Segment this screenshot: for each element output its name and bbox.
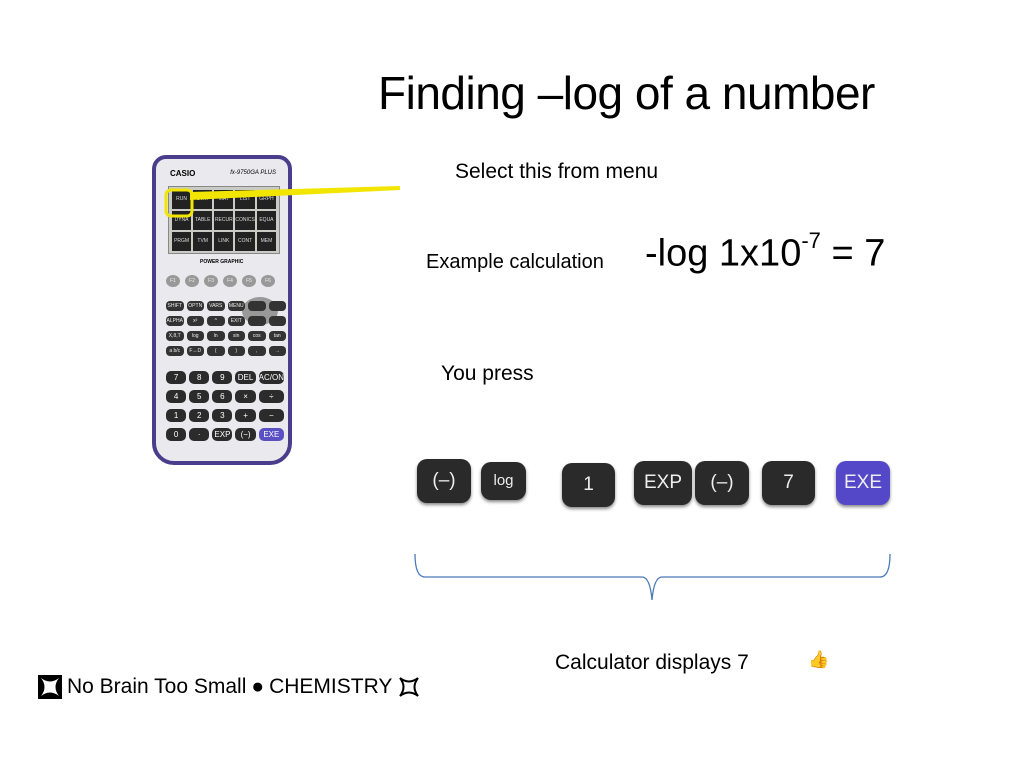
calculator-key: 7 xyxy=(166,371,187,384)
calculator-key: X,θ,T xyxy=(166,331,184,341)
calculator-model: fx-9750GA PLUS xyxy=(230,170,276,176)
calculator-key: log xyxy=(186,331,204,341)
calculator-key: ) xyxy=(227,346,245,356)
calculator-key: F2 xyxy=(185,275,199,287)
calculator-key: sin xyxy=(227,331,245,341)
calculator-key: (−) xyxy=(235,428,256,441)
number-keys: 7 8 9 DEL AC/ON 4 5 6 × ÷ 1 2 3 + − 0 · EXP (−) EXE xyxy=(166,371,284,441)
key-1: 1 xyxy=(562,463,615,507)
calculator-key: ln xyxy=(207,331,225,341)
calculator-key: PRGM xyxy=(172,232,192,251)
calculator-key: F↔D xyxy=(186,346,204,356)
calculator-key: CONT xyxy=(235,232,255,251)
curly-brace xyxy=(414,553,891,601)
key-negative: (–) xyxy=(417,459,471,503)
calculator-key: TVM xyxy=(193,232,213,251)
calculator-key: SHIFT xyxy=(166,301,184,311)
calculator-key: AC/ON xyxy=(258,371,284,384)
footer: No Brain Too Small ● CHEMISTRY xyxy=(38,675,421,699)
calculator-key: ÷ xyxy=(258,390,284,403)
calculator-key: EXP xyxy=(212,428,233,441)
calculator-key: 3 xyxy=(212,409,233,422)
calculator-key: 0 xyxy=(166,428,187,441)
calculator-key: 6 xyxy=(212,390,233,403)
calculator-key: OPTN xyxy=(186,301,204,311)
calculator-key: cos xyxy=(248,331,266,341)
menu-highlight-pointer xyxy=(164,186,400,218)
calculator-key xyxy=(248,301,266,311)
select-note: Select this from menu xyxy=(455,160,659,183)
calculator-key: tan xyxy=(268,331,286,341)
calculator-key: 5 xyxy=(189,390,210,403)
logo-icon xyxy=(38,675,62,699)
calculator-key xyxy=(248,316,266,326)
key-exe: EXE xyxy=(836,461,890,505)
calculator-key: F6 xyxy=(261,275,275,287)
calculator-key: ALPHA xyxy=(166,316,184,326)
calculator-key: 4 xyxy=(166,390,187,403)
calculator-key xyxy=(268,316,286,326)
calculator-key: EXIT xyxy=(227,316,245,326)
calculator-key: → xyxy=(268,346,286,356)
calculator-key: MEM xyxy=(256,232,276,251)
key-7: 7 xyxy=(762,461,815,505)
expression-base: -log 1x10 xyxy=(645,232,802,275)
result-note: Calculator displays 7 xyxy=(555,651,749,674)
key-exp: EXP xyxy=(634,461,692,505)
calculator-key: VARS xyxy=(207,301,225,311)
example-label: Example calculation xyxy=(426,251,604,273)
footer-brand: No Brain Too Small xyxy=(67,675,247,698)
thumbs-up-icon: 👍 xyxy=(808,650,830,669)
calculator-key: 1 xyxy=(166,409,187,422)
calculator-key: F4 xyxy=(223,275,237,287)
calculator-key: F5 xyxy=(242,275,256,287)
calculator-key: 8 xyxy=(189,371,210,384)
expression-exponent: -7 xyxy=(801,228,821,253)
calculator-key xyxy=(268,301,286,311)
expression-result: = 7 xyxy=(820,232,886,275)
key-negative: (–) xyxy=(695,461,749,505)
footer-bullet: ● xyxy=(251,675,265,698)
calculator-key: × xyxy=(235,390,256,403)
function-keys: SHIFT OPTN VARS MENU ALPHA x² ^ EXIT X,θ,T log ln s… xyxy=(166,301,286,356)
calculator-key: · xyxy=(189,428,210,441)
calculator-key: 2 xyxy=(189,409,210,422)
example-expression: -log 1x10-7 = 7 xyxy=(645,228,886,276)
calculator-brand: CASIO xyxy=(170,169,196,178)
calculator-key: a b/c xyxy=(166,346,184,356)
key-log: log xyxy=(481,462,526,500)
logo-icon xyxy=(399,677,420,697)
calculator-key: EXE xyxy=(258,428,284,441)
calculator-key: ^ xyxy=(207,316,225,326)
calculator-key: F3 xyxy=(204,275,218,287)
slide-title: Finding –log of a number xyxy=(378,67,875,119)
calculator-key: , xyxy=(248,346,266,356)
calculator-key: ( xyxy=(207,346,225,356)
calculator-label: POWER GRAPHIC xyxy=(200,259,244,265)
calculator-key: MENU xyxy=(227,301,245,311)
calculator-key: x² xyxy=(186,316,204,326)
calculator-key: LINK xyxy=(214,232,234,251)
you-press-label: You press xyxy=(441,362,534,385)
function-key-row: F1 F2 F3 F4 F5 F6 xyxy=(166,275,275,287)
calculator-key: − xyxy=(258,409,284,422)
calculator-key: F1 xyxy=(166,275,180,287)
calculator-key: + xyxy=(235,409,256,422)
footer-subject: CHEMISTRY xyxy=(269,675,393,698)
calculator-key: DEL xyxy=(235,371,256,384)
calculator-key: 9 xyxy=(212,371,233,384)
